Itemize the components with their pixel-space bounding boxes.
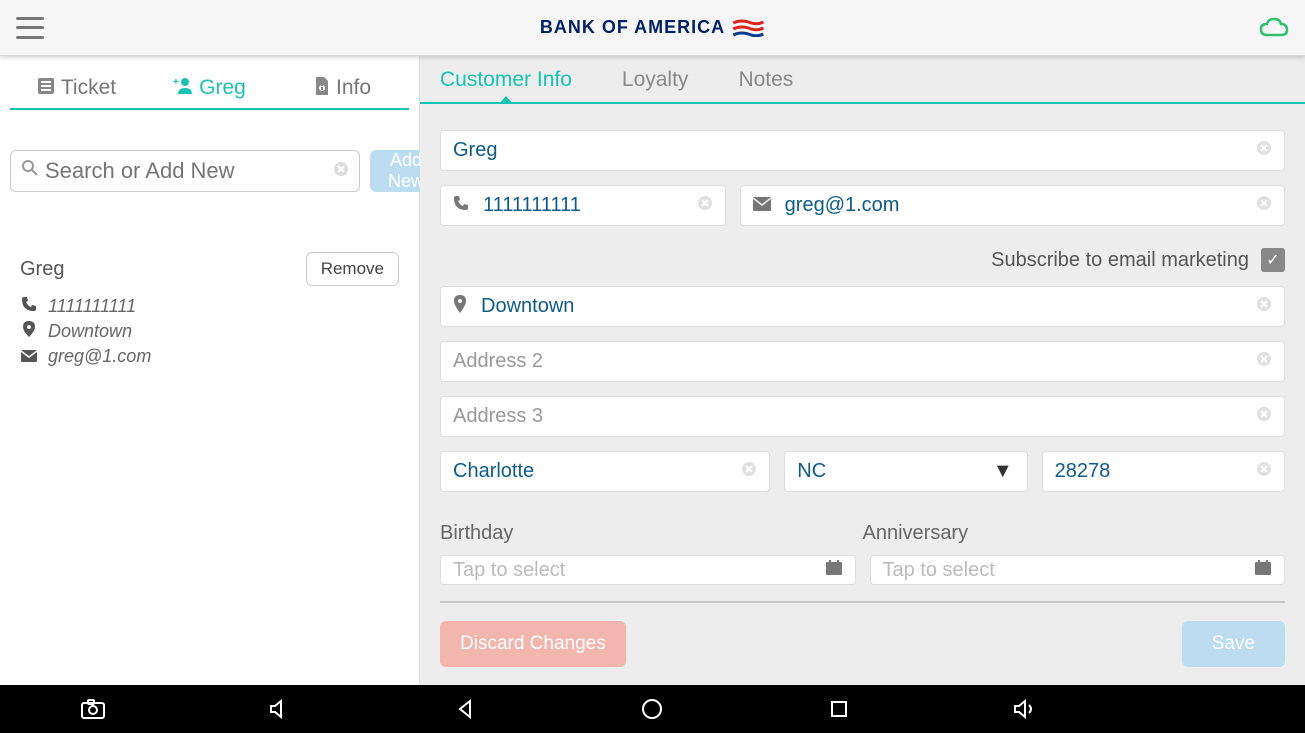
android-navbar	[0, 685, 1305, 733]
city-value: Charlotte	[453, 460, 741, 483]
summary-name: Greg	[20, 258, 64, 281]
subscribe-label: Subscribe to email marketing	[991, 249, 1249, 272]
state-value: NC	[797, 460, 1014, 483]
file-icon	[314, 77, 330, 100]
customer-summary: Greg Remove 1111111111 Downtown greg@1.c…	[10, 252, 409, 367]
save-button[interactable]: Save	[1182, 621, 1285, 667]
search-input-wrap[interactable]	[10, 150, 360, 192]
volume-down-icon[interactable]	[267, 696, 293, 722]
birthday-field[interactable]: Tap to select	[440, 555, 856, 585]
address2-placeholder: Address 2	[453, 350, 1256, 373]
tab-notes[interactable]: Notes	[738, 68, 793, 102]
pin-icon	[20, 321, 38, 342]
email-field[interactable]: greg@1.com	[740, 185, 1285, 226]
address1-value: Downtown	[481, 295, 1256, 318]
home-icon[interactable]	[639, 696, 665, 722]
address3-field[interactable]: Address 3	[440, 396, 1285, 437]
zip-field[interactable]: 28278	[1042, 451, 1285, 492]
remove-button[interactable]: Remove	[306, 252, 399, 286]
name-field[interactable]: Greg	[440, 130, 1285, 171]
birthday-placeholder: Tap to select	[453, 559, 565, 582]
zip-value: 28278	[1055, 460, 1256, 483]
chevron-down-icon: ▼	[993, 460, 1013, 483]
tab-customer-info[interactable]: Customer Info	[440, 68, 572, 102]
person-add-icon: +	[173, 77, 193, 100]
clear-icon[interactable]	[1256, 140, 1272, 161]
phone-icon	[20, 296, 38, 317]
main-panel: Customer Info Loyalty Notes Greg 1111111…	[420, 56, 1305, 685]
brand-text: BANK OF AMERICA	[540, 17, 725, 38]
tab-loyalty[interactable]: Loyalty	[622, 68, 689, 102]
clear-icon[interactable]	[1256, 195, 1272, 216]
tab-ticket[interactable]: Ticket	[10, 68, 143, 108]
cloud-icon[interactable]	[1259, 17, 1289, 39]
city-field[interactable]: Charlotte	[440, 451, 770, 492]
menu-icon[interactable]	[16, 17, 44, 39]
discard-button[interactable]: Discard Changes	[440, 621, 626, 667]
list-icon	[37, 77, 55, 100]
clear-icon[interactable]	[1256, 296, 1272, 317]
search-icon	[21, 159, 39, 183]
clear-icon[interactable]	[1256, 351, 1272, 372]
tab-info-label: Info	[336, 76, 371, 100]
nav-spacer	[1199, 696, 1225, 722]
state-select[interactable]: NC ▼	[784, 451, 1027, 492]
pin-icon	[453, 295, 467, 318]
address3-placeholder: Address 3	[453, 405, 1256, 428]
mail-icon	[753, 195, 771, 216]
summary-phone: 1111111111	[48, 296, 136, 317]
clear-icon[interactable]	[1256, 461, 1272, 482]
tab-info[interactable]: Info	[276, 68, 409, 108]
summary-address: Downtown	[48, 321, 132, 342]
svg-text:+: +	[173, 77, 179, 88]
tab-customer-label: Greg	[199, 76, 246, 100]
brand-flag-icon	[731, 19, 765, 37]
clear-icon[interactable]	[333, 161, 349, 182]
app-bar: BANK OF AMERICA	[0, 0, 1305, 56]
sidebar: Ticket + Greg Info	[0, 56, 420, 685]
side-tabs: Ticket + Greg Info	[10, 68, 409, 110]
back-icon[interactable]	[453, 696, 479, 722]
clear-icon[interactable]	[1256, 406, 1272, 427]
email-value: greg@1.com	[785, 194, 1256, 217]
clear-icon[interactable]	[741, 461, 757, 482]
subscribe-checkbox[interactable]: ✓	[1261, 248, 1285, 272]
clear-icon[interactable]	[697, 195, 713, 216]
summary-email: greg@1.com	[48, 346, 151, 367]
tab-ticket-label: Ticket	[61, 76, 116, 100]
phone-field[interactable]: 1111111111	[440, 185, 726, 226]
phone-icon	[453, 195, 469, 216]
anniversary-field[interactable]: Tap to select	[870, 555, 1286, 585]
search-input[interactable]	[45, 158, 333, 184]
anniversary-placeholder: Tap to select	[883, 559, 995, 582]
phone-value: 1111111111	[483, 194, 697, 217]
recent-icon[interactable]	[826, 696, 852, 722]
anniversary-label: Anniversary	[863, 522, 1286, 545]
tab-customer[interactable]: + Greg	[143, 68, 276, 108]
calendar-icon	[1254, 559, 1272, 582]
mail-icon	[20, 346, 38, 367]
brand-logo: BANK OF AMERICA	[540, 17, 765, 38]
calendar-icon	[825, 559, 843, 582]
address1-field[interactable]: Downtown	[440, 286, 1285, 327]
volume-up-icon[interactable]	[1012, 696, 1038, 722]
name-value: Greg	[453, 139, 1256, 162]
birthday-label: Birthday	[440, 522, 863, 545]
address2-field[interactable]: Address 2	[440, 341, 1285, 382]
camera-icon[interactable]	[80, 696, 106, 722]
main-tabs: Customer Info Loyalty Notes	[420, 56, 1305, 104]
